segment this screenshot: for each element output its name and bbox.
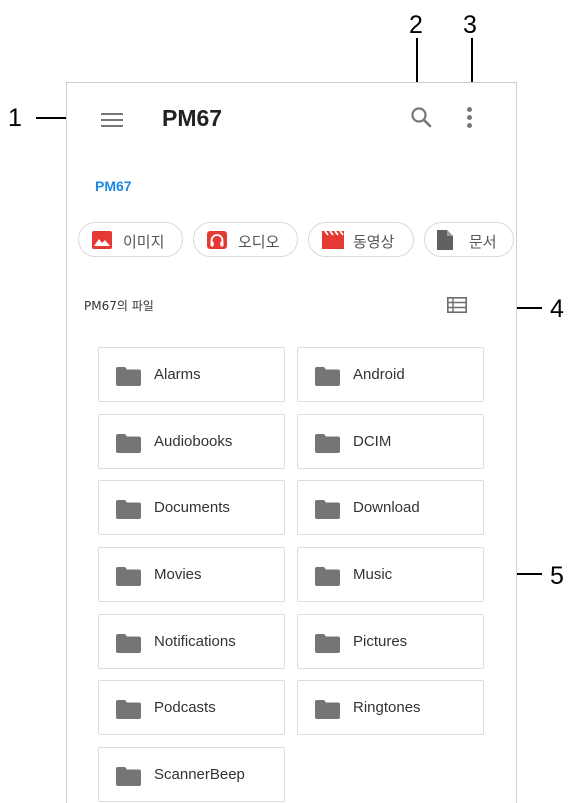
folder-icon [315,367,340,386]
page-title: PM67 [162,105,223,131]
folder-tile[interactable]: Ringtones [297,680,484,735]
more-vert-icon[interactable] [464,105,476,131]
category-chip-video[interactable]: 동영상 [308,222,414,257]
folder-label: Music [353,566,393,583]
folder-label: Download [353,499,420,516]
audio-icon [207,231,227,249]
folder-label: Android [353,366,405,383]
folder-tile[interactable]: Music [297,547,484,602]
folder-tile[interactable]: Audiobooks [98,414,285,469]
folder-label: Podcasts [154,699,216,716]
document-icon [437,230,457,250]
folder-icon [116,367,141,386]
list-view-icon[interactable] [447,297,467,313]
folder-label: Documents [154,499,230,516]
folder-label: Ringtones [353,699,421,716]
folder-tile[interactable]: Podcasts [98,680,285,735]
category-chip-audio[interactable]: 오디오 [193,222,298,257]
callout-number-4: 4 [550,295,564,323]
folder-icon [116,500,141,519]
folder-label: Pictures [353,633,408,650]
folder-label: DCIM [353,433,392,450]
folder-tile[interactable]: Documents [98,480,285,535]
folder-icon [315,700,340,719]
folder-icon [116,700,141,719]
folder-tile[interactable]: Android [297,347,484,402]
folder-label: ScannerBeep [154,766,245,783]
folder-tile[interactable]: Download [297,480,484,535]
file-manager-screen: PM67 PM67 이미지 오디오 동영상 문서 PM67의 파일 Alarms… [66,82,517,803]
folder-tile[interactable]: Pictures [297,614,484,669]
folder-label: Audiobooks [154,433,233,450]
folder-icon [116,767,141,786]
folder-icon [116,634,141,653]
folder-label: Alarms [154,366,201,383]
chip-label: 이미지 [123,233,165,251]
folder-icon [116,567,141,586]
folder-icon [315,434,340,453]
callout-number-3: 3 [463,11,477,39]
category-chip-images[interactable]: 이미지 [78,222,183,257]
chip-label: 오디오 [238,233,280,251]
hamburger-menu-icon[interactable] [101,113,123,127]
folder-tile[interactable]: ScannerBeep [98,747,285,802]
folder-icon [315,634,340,653]
chip-label: 동영상 [353,233,395,251]
folder-tile[interactable]: Alarms [98,347,285,402]
section-label: PM67의 파일 [84,299,154,313]
breadcrumb[interactable]: PM67 [95,178,132,194]
folder-icon [116,434,141,453]
callout-number-1: 1 [8,104,22,132]
folder-icon [315,567,340,586]
chip-label: 문서 [469,233,497,251]
image-icon [92,231,112,249]
search-icon[interactable] [407,103,437,133]
folder-label: Notifications [154,633,236,650]
callout-number-2: 2 [409,11,423,39]
category-chip-documents[interactable]: 문서 [424,222,514,257]
folder-tile[interactable]: Notifications [98,614,285,669]
video-icon [322,230,344,249]
folder-tile[interactable]: Movies [98,547,285,602]
folder-icon [315,500,340,519]
callout-number-5: 5 [550,562,564,590]
folder-label: Movies [154,566,202,583]
folder-tile[interactable]: DCIM [297,414,484,469]
